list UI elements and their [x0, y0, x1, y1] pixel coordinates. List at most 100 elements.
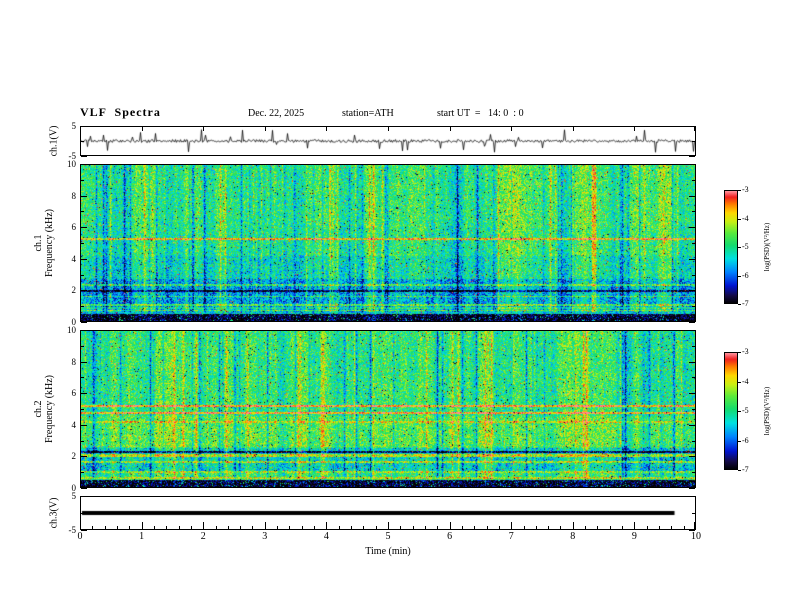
colorbar-tick-mark — [738, 352, 741, 353]
y-tick-mark — [81, 156, 87, 157]
x-minor-tick-mark — [474, 526, 476, 529]
y-tick-label: 4 — [71, 253, 77, 264]
x-tick-label: 5 — [385, 531, 391, 542]
y-minor-tick-mark — [81, 274, 84, 276]
x-minor-tick-mark — [104, 526, 106, 529]
x-tick-mark — [326, 522, 328, 529]
x-tick-mark — [141, 522, 143, 529]
x-minor-tick-mark — [683, 526, 685, 529]
y-tick-label: 8 — [71, 190, 77, 201]
y-minor-tick-mark — [81, 211, 84, 213]
x-minor-tick-mark — [240, 526, 242, 529]
colorbar-ch2-label: log(PSD)(V²/Hz) — [763, 386, 771, 436]
y-tick-mark — [689, 322, 695, 323]
x-tick-mark — [388, 127, 389, 131]
x-minor-tick-mark — [166, 526, 168, 529]
colorbar-tick-label: -6 — [742, 270, 749, 280]
y-tick-label: 5 — [71, 491, 77, 501]
y-tick-label: 6 — [71, 388, 77, 399]
y-tick-label: 10 — [67, 159, 76, 169]
x-minor-tick-mark — [215, 526, 217, 529]
y-tick-mark — [81, 330, 87, 331]
y-minor-tick-mark — [692, 440, 695, 442]
x-minor-tick-mark — [351, 526, 353, 529]
y-tick-mark — [689, 330, 695, 331]
colorbar-ch1-label: log(PSD)(V²/Hz) — [763, 222, 771, 272]
x-tick-mark — [572, 127, 574, 131]
x-minor-tick-mark — [659, 526, 661, 529]
x-tick-mark — [511, 522, 513, 529]
x-tick-label: 3 — [262, 531, 268, 542]
x-tick-mark — [694, 522, 695, 529]
x-tick-mark — [264, 127, 266, 131]
y-tick-mark — [689, 361, 695, 363]
y-tick-mark — [81, 322, 87, 323]
ch2-frequency-axis-label: ch.2 Frequency (kHz) — [33, 375, 55, 443]
x-tick-label: 9 — [631, 531, 637, 542]
colorbar-tick-label: -7 — [742, 465, 749, 474]
x-tick-mark — [80, 522, 81, 529]
y-tick-label: 5 — [71, 121, 77, 131]
x-minor-tick-mark — [178, 526, 180, 529]
y-minor-tick-mark — [81, 513, 84, 514]
y-tick-label: 10 — [67, 325, 76, 335]
y-tick-mark — [689, 488, 695, 489]
x-minor-tick-mark — [535, 526, 537, 529]
y-minor-tick-mark — [692, 211, 695, 213]
x-tick-label: 6 — [447, 531, 453, 542]
y-minor-tick-mark — [692, 472, 695, 474]
x-minor-tick-mark — [461, 526, 463, 529]
y-tick-mark — [81, 164, 87, 165]
x-tick-mark — [511, 127, 513, 131]
y-tick-mark — [81, 393, 87, 395]
y-minor-tick-mark — [692, 141, 695, 142]
y-tick-mark — [689, 156, 695, 157]
x-tick-mark — [326, 127, 328, 131]
ch1-spectrogram-panel — [80, 164, 696, 322]
x-minor-tick-mark — [548, 526, 550, 529]
y-tick-mark — [81, 424, 87, 426]
colorbar-ch1-canvas — [725, 191, 737, 303]
colorbar-tick-label: -7 — [742, 299, 749, 308]
y-minor-tick-mark — [81, 440, 84, 442]
ch2-axis-label-line1: ch.2 — [33, 400, 44, 418]
y-tick-mark — [81, 227, 87, 229]
colorbar-tick-mark — [738, 190, 741, 191]
y-tick-label: 8 — [71, 356, 77, 367]
y-tick-mark — [81, 126, 87, 127]
y-minor-tick-mark — [81, 243, 84, 244]
x-minor-tick-mark — [252, 526, 254, 529]
x-tick-mark — [572, 522, 574, 529]
y-minor-tick-mark — [81, 377, 84, 379]
y-minor-tick-mark — [81, 141, 84, 142]
x-tick-label: 0 — [77, 531, 83, 542]
colorbar-tick-mark — [738, 275, 741, 277]
y-tick-mark — [689, 456, 695, 458]
x-tick-mark — [141, 127, 143, 131]
x-tick-label: 2 — [200, 531, 206, 542]
x-tick-mark — [694, 127, 695, 131]
x-minor-tick-mark — [277, 526, 279, 529]
x-minor-tick-mark — [523, 526, 525, 529]
colorbar-tick-mark — [738, 411, 741, 412]
x-minor-tick-mark — [92, 526, 94, 529]
ch1-waveform-canvas — [81, 127, 695, 155]
x-minor-tick-mark — [412, 526, 414, 529]
y-minor-tick-mark — [81, 179, 84, 181]
y-tick-label: 2 — [71, 451, 77, 462]
x-minor-tick-mark — [190, 526, 192, 529]
ch2-spectrogram-panel — [80, 330, 696, 488]
date-label: Dec. 22, 2025 — [248, 108, 305, 119]
x-minor-tick-mark — [609, 526, 611, 529]
y-tick-mark — [81, 290, 87, 292]
x-minor-tick-mark — [560, 526, 562, 529]
ch2-axis-label-line2: Frequency (kHz) — [44, 374, 55, 444]
colorbar-tick-label: -5 — [742, 406, 749, 415]
x-minor-tick-mark — [375, 526, 377, 529]
y-tick-mark — [81, 488, 87, 489]
x-minor-tick-mark — [585, 526, 587, 529]
time-axis-label: Time (min) — [365, 546, 411, 557]
x-tick-mark — [634, 127, 636, 131]
y-tick-mark — [81, 361, 87, 363]
x-tick-label: 10 — [691, 531, 701, 542]
